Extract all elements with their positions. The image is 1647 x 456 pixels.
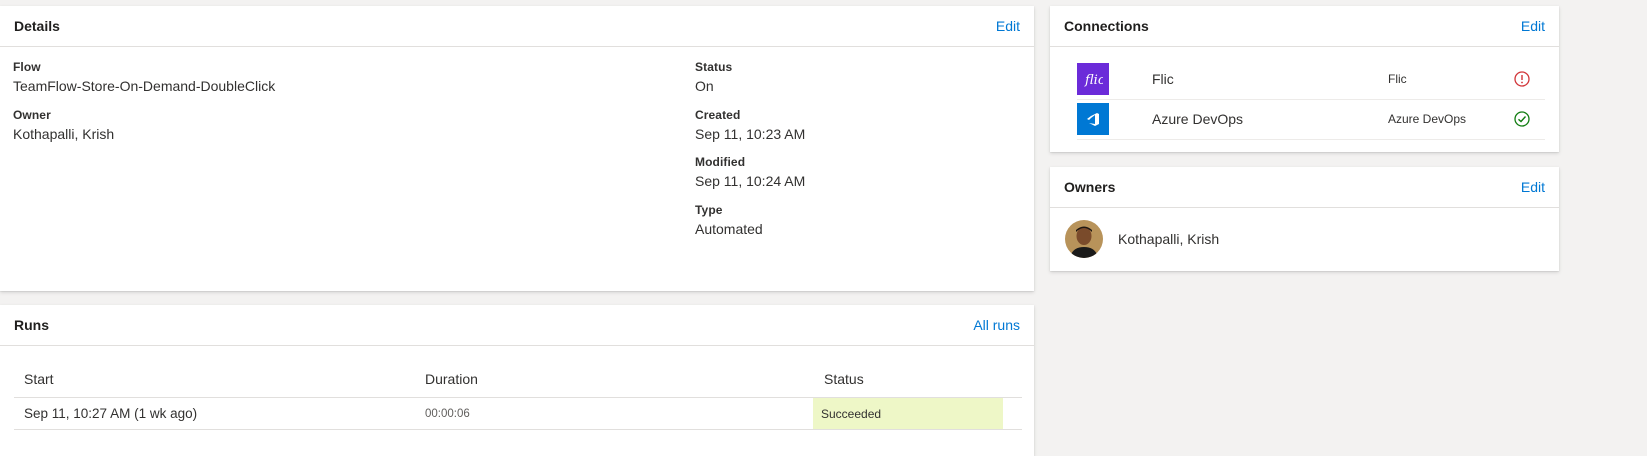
type-field: Type Automated — [695, 203, 763, 238]
created-value: Sep 11, 10:23 AM — [695, 126, 806, 142]
runs-table-header: Start Duration Status — [14, 357, 1022, 398]
avatar — [1065, 220, 1103, 258]
created-field: Created Sep 11, 10:23 AM — [695, 108, 805, 143]
runs-header: Runs All runs — [0, 305, 1034, 346]
connection-row-azure-devops[interactable]: Azure DevOps Azure DevOps — [1077, 98, 1545, 140]
modified-value: Sep 11, 10:24 AM — [695, 173, 806, 189]
connections-edit-link[interactable]: Edit — [1521, 18, 1545, 34]
flow-label: Flow — [13, 60, 41, 74]
all-runs-link[interactable]: All runs — [973, 317, 1020, 333]
runs-card: Runs All runs Start Duration Status Sep … — [0, 305, 1034, 456]
owner-name: Kothapalli, Krish — [1118, 231, 1220, 247]
connection-type: Flic — [1388, 71, 1407, 86]
owner-value: Kothapalli, Krish — [13, 126, 115, 142]
runs-title: Runs — [14, 317, 49, 333]
details-header: Details Edit — [0, 6, 1034, 47]
connections-title: Connections — [1064, 18, 1149, 34]
owners-edit-link[interactable]: Edit — [1521, 179, 1545, 195]
run-start: Sep 11, 10:27 AM (1 wk ago) — [24, 406, 198, 421]
flic-icon: flic — [1077, 62, 1109, 95]
azure-devops-icon — [1077, 102, 1109, 135]
run-duration: 00:00:06 — [425, 407, 470, 420]
connection-type: Azure DevOps — [1388, 111, 1467, 126]
success-icon — [1514, 110, 1530, 127]
column-header-status[interactable]: Status — [824, 371, 864, 387]
status-value: On — [695, 78, 714, 94]
column-header-start[interactable]: Start — [24, 371, 54, 387]
modified-label: Modified — [695, 155, 746, 169]
modified-field: Modified Sep 11, 10:24 AM — [695, 155, 805, 190]
status-label: Status — [695, 60, 733, 74]
status-field: Status On — [695, 60, 732, 95]
details-card: Details Edit Flow TeamFlow-Store-On-Dema… — [0, 6, 1034, 291]
flow-value: TeamFlow-Store-On-Demand-DoubleClick — [13, 78, 276, 94]
owner-field: Owner Kothapalli, Krish — [13, 108, 114, 143]
flow-field: Flow TeamFlow-Store-On-Demand-DoubleClic… — [13, 60, 275, 95]
owners-card: Owners Edit Kothapalli, Krish — [1050, 167, 1559, 271]
owners-header: Owners Edit — [1050, 167, 1559, 208]
connections-card: Connections Edit flic Flic Flic Azure De… — [1050, 6, 1559, 152]
error-icon — [1514, 70, 1530, 87]
details-edit-link[interactable]: Edit — [996, 18, 1020, 34]
table-row[interactable]: Sep 11, 10:27 AM (1 wk ago) 00:00:06 Suc… — [14, 398, 1022, 430]
owner-label: Owner — [13, 108, 51, 122]
column-header-duration[interactable]: Duration — [425, 371, 478, 387]
type-label: Type — [695, 203, 723, 217]
run-status-badge: Succeeded — [813, 398, 1003, 429]
run-status: Succeeded — [821, 406, 882, 421]
connection-name: Azure DevOps — [1152, 110, 1244, 127]
runs-table: Start Duration Status Sep 11, 10:27 AM (… — [14, 357, 1022, 430]
svg-text:flic: flic — [1084, 73, 1103, 88]
connections-header: Connections Edit — [1050, 6, 1559, 47]
connection-row-flic[interactable]: flic Flic Flic — [1077, 58, 1545, 100]
details-title: Details — [14, 18, 60, 34]
type-value: Automated — [695, 221, 763, 237]
connection-name: Flic — [1152, 70, 1174, 87]
owners-title: Owners — [1064, 179, 1116, 195]
created-label: Created — [695, 108, 741, 122]
